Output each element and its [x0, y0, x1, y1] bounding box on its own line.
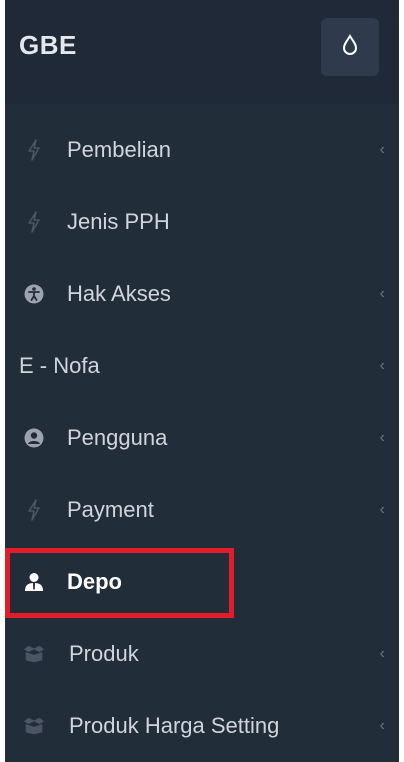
- sidebar-item-produk[interactable]: Produk ‹: [5, 618, 399, 690]
- bolt-icon: [23, 211, 45, 233]
- chevron-left-icon: ‹: [379, 141, 385, 158]
- sidebar-item-e-nofa[interactable]: E - Nofa ‹: [5, 330, 399, 402]
- brand-logo[interactable]: GBE: [19, 30, 77, 61]
- theme-toggle-button[interactable]: [321, 18, 379, 76]
- sidebar-item-pengguna[interactable]: Pengguna ‹: [5, 402, 399, 474]
- sidebar-item-depo[interactable]: Depo: [5, 546, 399, 618]
- user-tie-icon: [23, 571, 45, 593]
- sidebar-item-label: Pembelian: [67, 137, 171, 162]
- sidebar-item-produk-harga-setting[interactable]: Produk Harga Setting ‹: [5, 690, 399, 762]
- sidebar-item-label: Depo: [67, 569, 122, 594]
- box-icon: [23, 715, 45, 737]
- accessibility-icon: [23, 283, 45, 305]
- sidebar-menu: Pembelian ‹ Jenis PPH Hak Akses ‹ E - No…: [5, 114, 399, 762]
- user-circle-icon: [23, 427, 45, 449]
- chevron-left-icon: ‹: [379, 285, 385, 302]
- sidebar-header: GBE: [5, 0, 399, 104]
- sidebar-item-label: Hak Akses: [67, 281, 171, 306]
- droplet-icon: [342, 33, 358, 61]
- chevron-left-icon: ‹: [379, 429, 385, 446]
- chevron-left-icon: ‹: [379, 717, 385, 734]
- sidebar-item-payment[interactable]: Payment ‹: [5, 474, 399, 546]
- sidebar-item-hak-akses[interactable]: Hak Akses ‹: [5, 258, 399, 330]
- chevron-left-icon: ‹: [379, 645, 385, 662]
- sidebar-item-label: Produk: [69, 641, 139, 666]
- sidebar-item-label: Jenis PPH: [67, 209, 170, 234]
- chevron-left-icon: ‹: [379, 501, 385, 518]
- bolt-icon: [23, 499, 45, 521]
- bolt-icon: [23, 139, 45, 161]
- sidebar-item-label: Payment: [67, 497, 154, 522]
- sidebar-item-label: Pengguna: [67, 425, 168, 450]
- box-icon: [23, 643, 45, 665]
- sidebar-item-jenis-pph[interactable]: Jenis PPH: [5, 186, 399, 258]
- sidebar-item-label: Produk Harga Setting: [69, 713, 280, 738]
- sidebar: GBE Pembelian ‹ Jenis PPH Hak Akses ‹ E …: [5, 0, 399, 762]
- chevron-left-icon: ‹: [379, 357, 385, 374]
- sidebar-item-label: E - Nofa: [19, 353, 100, 378]
- sidebar-item-pembelian[interactable]: Pembelian ‹: [5, 114, 399, 186]
